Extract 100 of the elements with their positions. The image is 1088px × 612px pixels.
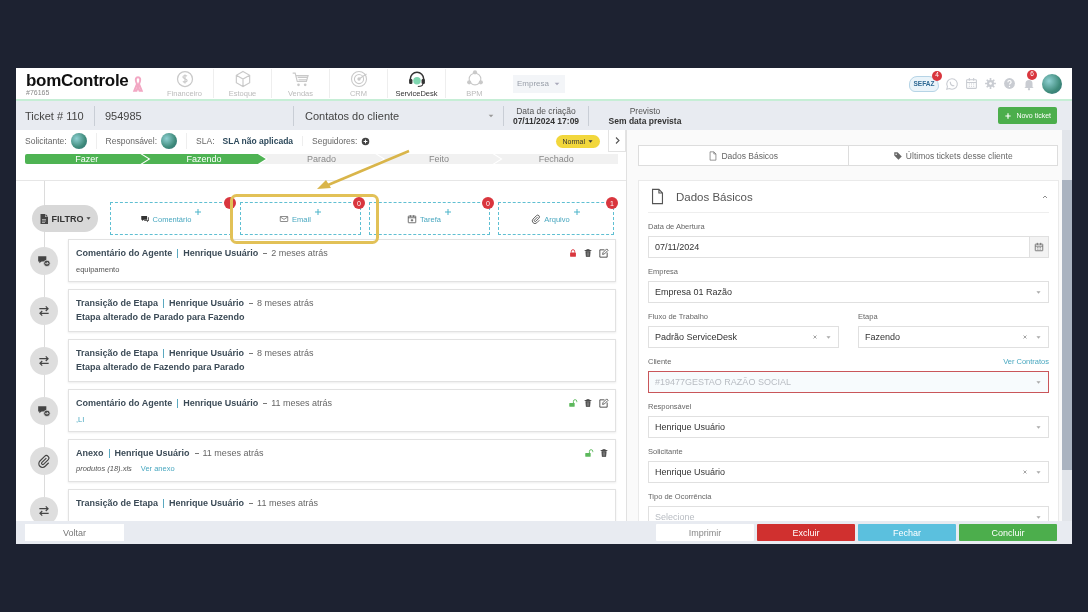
owner-label: Responsável:: [105, 136, 158, 146]
trash-icon[interactable]: [583, 398, 593, 408]
plus-icon: [443, 208, 452, 216]
ticket-code: 954985: [95, 105, 294, 126]
avatar[interactable]: [1042, 73, 1062, 94]
calendar-icon[interactable]: [1034, 242, 1044, 252]
entry-time: 8 meses atrás: [248, 297, 314, 309]
section-title: Dados Básicos: [676, 190, 754, 203]
avatar[interactable]: [70, 133, 87, 149]
plus-icon: [194, 208, 203, 216]
chat-bubble-icon: [37, 254, 51, 268]
select-field[interactable]: Henrique Usuário: [648, 416, 1049, 438]
swap-icon: [37, 354, 51, 368]
action-button[interactable]: Excluir: [757, 524, 855, 541]
back-button[interactable]: Voltar: [25, 524, 124, 541]
company-select[interactable]: Empresa: [513, 74, 565, 93]
created-date: 07/11/2024 17:09: [512, 115, 580, 126]
entry-title: Transição de Etapa: [76, 297, 159, 309]
scrollbar[interactable]: [1062, 130, 1072, 521]
collapse-button[interactable]: [608, 130, 626, 152]
document-icon: [708, 150, 719, 161]
document-icon: [649, 188, 666, 205]
paperclip-icon: [531, 213, 542, 224]
entry-time: 11 meses atrás: [262, 397, 333, 409]
sla-value: SLA não aplicada: [222, 136, 294, 146]
select-field[interactable]: Henrique Usuário: [648, 461, 1049, 483]
caret-icon: [85, 215, 93, 222]
trash-icon[interactable]: [583, 248, 593, 258]
action-button[interactable]: Fechar: [858, 524, 956, 541]
target-icon: [348, 69, 369, 89]
edit-icon[interactable]: [598, 397, 609, 409]
action-button[interactable]: Concluir: [959, 524, 1057, 541]
envelope-icon: [279, 213, 290, 224]
swap-icon: [37, 504, 51, 518]
select-field[interactable]: #19477GESTAO RAZÃO SOCIAL: [648, 371, 1049, 393]
add-icon[interactable]: [361, 136, 371, 146]
plus-icon: [313, 208, 322, 216]
entry-text: Etapa alterado de Parado para Fazendo: [76, 312, 246, 322]
chat-bubble-icon: [37, 404, 51, 418]
tag-icon: [892, 150, 903, 161]
entry-author: Henrique Usuário: [163, 348, 245, 358]
entry-title: Comentário do Agente: [76, 247, 173, 259]
created-label: Data de criação: [516, 105, 576, 116]
swap-icon: [37, 304, 51, 318]
chat-bubble-icon: [139, 213, 150, 224]
select-field[interactable]: Fazendo: [858, 326, 1049, 348]
caret-icon: [825, 333, 832, 341]
contacts-select[interactable]: Contatos do cliente: [294, 105, 504, 126]
unlock-icon[interactable]: [584, 448, 594, 458]
entry-time: 2 meses atrás: [262, 247, 328, 259]
entry-title: Transição de Etapa: [76, 497, 159, 509]
caret-icon: [1035, 513, 1042, 521]
entry-time: 11 meses atrás: [248, 497, 318, 509]
entry-author: Henrique Usuário: [163, 298, 245, 308]
paperclip-icon: [37, 454, 51, 468]
logo[interactable]: bomControle: [26, 71, 129, 89]
ticket-number: Ticket # 110: [16, 105, 95, 126]
select-field[interactable]: Padrão ServiceDesk: [648, 326, 839, 348]
select-field[interactable]: Selecione: [648, 506, 1049, 521]
stage-step[interactable]: Fazer: [25, 154, 149, 164]
plus-icon: [1004, 111, 1013, 120]
calendar-icon: [407, 213, 418, 224]
entry-title: Anexo: [76, 447, 104, 459]
entry-author: Henrique Usuário: [163, 498, 245, 508]
caret-icon: [1035, 378, 1042, 386]
entry-author: Henrique Usuário: [177, 248, 259, 258]
plus-icon: [572, 208, 581, 216]
entry-text: Etapa alterado de Fazendo para Parado: [76, 362, 246, 372]
headset-icon: [406, 69, 427, 89]
caret-icon: [1035, 288, 1042, 296]
trash-icon[interactable]: [599, 448, 609, 458]
forecast-date: Sem data prevista: [608, 115, 682, 126]
caret-icon: [1035, 423, 1042, 431]
entry-time: 11 meses atrás: [193, 447, 264, 459]
entry-author: Henrique Usuário: [108, 448, 190, 458]
unlock-icon[interactable]: [568, 398, 578, 408]
scrollbar-thumb[interactable]: [1062, 180, 1072, 470]
caret-icon: [1035, 468, 1042, 476]
clear-icon[interactable]: [812, 334, 818, 340]
stage-step[interactable]: Fazendo: [142, 154, 266, 164]
clear-icon[interactable]: [1022, 334, 1028, 340]
sla-label: SLA:: [196, 136, 215, 146]
coin-icon: [174, 69, 195, 89]
followers-label: Seguidores:: [312, 136, 358, 146]
select-field[interactable]: Empresa 01 Razão: [648, 281, 1049, 303]
action-button[interactable]: Imprimir: [656, 524, 754, 541]
filter-button[interactable]: FILTRO: [32, 205, 98, 232]
caret-icon: [587, 137, 594, 145]
entry-author: Henrique Usuário: [177, 398, 259, 408]
stage-step[interactable]: Parado: [259, 154, 384, 164]
forecast-label: Previsto: [629, 105, 661, 116]
date-field[interactable]: 07/11/2024: [648, 236, 1049, 258]
edit-icon[interactable]: [598, 247, 609, 259]
requester-label: Solicitante:: [25, 136, 67, 146]
stage-step[interactable]: Feito: [377, 154, 501, 164]
clear-icon[interactable]: [1022, 469, 1028, 475]
avatar[interactable]: [161, 133, 178, 149]
lock-icon[interactable]: [568, 248, 578, 258]
stage-step[interactable]: Fechado: [494, 154, 619, 164]
entry-title: Transição de Etapa: [76, 347, 159, 359]
